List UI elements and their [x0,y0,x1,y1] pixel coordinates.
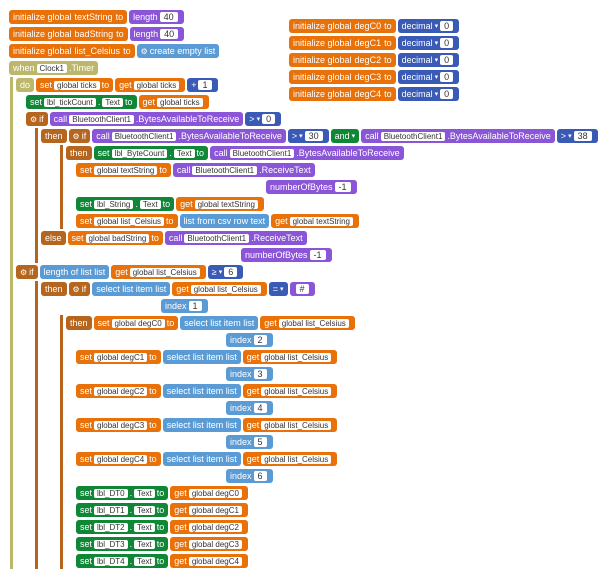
if-bytes-range[interactable]: then⚙ifcallBluetoothClient1.BytesAvailab… [40,128,605,144]
if-bytes-gt-0[interactable]: ⚙ifcallBluetoothClient1.BytesAvailableTo… [15,111,605,127]
set-deg3[interactable]: setglobal degC3toselect list item listge… [65,417,605,433]
set-bytecount[interactable]: thensetlbl_ByteCount.TexttocallBluetooth… [65,145,605,161]
init-degC1[interactable]: initialize globaldegC1todecimal▾0 [288,35,460,51]
set-dt4[interactable]: setlbl_DT4.Texttogetglobal degC4 [65,553,605,569]
init-degC3[interactable]: initialize globaldegC3todecimal▾0 [288,69,460,85]
set-dt2[interactable]: setlbl_DT2.Texttogetglobal degC2 [65,519,605,535]
set-textstring[interactable]: setglobal textStringtocallBluetoothClien… [65,162,605,178]
nbytes-row: numberOfBytes-1 [65,179,605,195]
nbytes-row2: numberOfBytes-1 [40,247,605,263]
else-badstring[interactable]: elsesetglobal badStringtocallBluetoothCl… [40,230,605,246]
set-dt3[interactable]: setlbl_DT3.Texttogetglobal degC3 [65,536,605,552]
idx5: index5 [65,434,605,450]
set-deg0[interactable]: thensetglobal degC0toselect list item li… [65,315,605,331]
if-list-len[interactable]: ⚙iflength of list listgetglobal list_Cel… [15,264,605,280]
set-list-csv[interactable]: setglobal list_Celsiustolist from csv ro… [65,213,605,229]
if-first-hash[interactable]: then⚙ifselect list item listgetglobal li… [40,281,605,297]
set-dt1[interactable]: setlbl_DT1.Texttogetglobal degC1 [65,502,605,518]
set-deg1[interactable]: setglobal degC1toselect list item listge… [65,349,605,365]
init-degC0[interactable]: initialize globaldegC0todecimal▾0 [288,18,460,34]
idx2: index2 [65,332,605,348]
set-deg2[interactable]: setglobal degC2toselect list item listge… [65,383,605,399]
init-degC4[interactable]: initialize globaldegC4todecimal▾0 [288,86,460,102]
set-deg4[interactable]: setglobal degC4toselect list item listge… [65,451,605,467]
idx3: index3 [65,366,605,382]
init-degC2[interactable]: initialize globaldegC2todecimal▾0 [288,52,460,68]
idx4: index4 [65,400,605,416]
idx1: index1 [40,298,605,314]
set-lbl-string[interactable]: setlbl_String.Texttogetglobal textString [65,196,605,212]
set-dt0[interactable]: setlbl_DT0.Texttogetglobal degC0 [65,485,605,501]
idx6: index6 [65,468,605,484]
